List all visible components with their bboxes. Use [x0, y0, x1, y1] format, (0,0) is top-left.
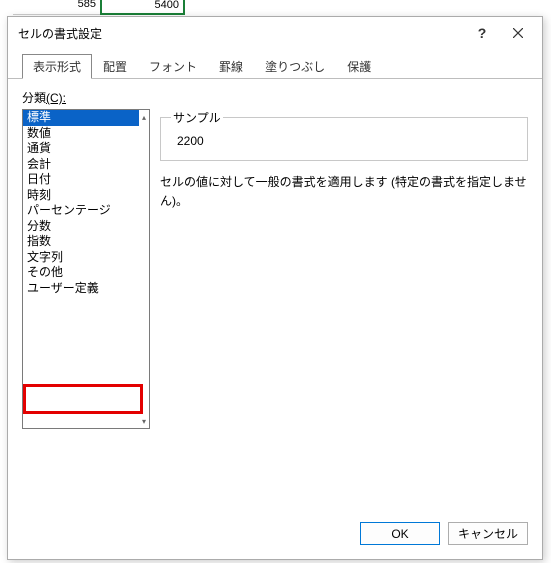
tab-border[interactable]: 罫線 [208, 54, 254, 79]
list-item[interactable]: 分数 [23, 219, 139, 235]
list-item[interactable]: その他 [23, 265, 139, 281]
list-item[interactable]: パーセンテージ [23, 203, 139, 219]
sample-legend: サンプル [171, 109, 223, 126]
category-label: 分類(C): [22, 89, 528, 106]
bg-selected-cell: 5400 [100, 0, 185, 15]
tab-alignment[interactable]: 配置 [92, 54, 138, 79]
close-icon [513, 28, 523, 38]
tab-font[interactable]: フォント [138, 54, 208, 79]
tab-strip: 表示形式 配置 フォント 罫線 塗りつぶし 保護 [8, 49, 542, 79]
list-item[interactable]: 指数 [23, 234, 139, 250]
titlebar: セルの書式設定 ? [8, 17, 542, 49]
list-item[interactable]: 数値 [23, 126, 139, 142]
ok-button[interactable]: OK [360, 522, 440, 545]
category-listbox[interactable]: 標準 数値 通貨 会計 日付 時刻 パーセンテージ 分数 指数 文字列 その他 … [22, 109, 150, 429]
dialog-body: 分類(C): 標準 数値 通貨 会計 日付 時刻 パーセンテージ 分数 指数 文… [8, 79, 542, 512]
list-item[interactable]: 会計 [23, 157, 139, 173]
sample-value: 2200 [171, 132, 517, 150]
tab-fill[interactable]: 塗りつぶし [254, 54, 336, 79]
listbox-inner: 標準 数値 通貨 会計 日付 時刻 パーセンテージ 分数 指数 文字列 その他 … [23, 110, 139, 428]
right-panel: サンプル 2200 セルの値に対して一般の書式を適用します (特定の書式を指定し… [160, 109, 528, 429]
close-button[interactable] [500, 19, 536, 47]
tab-number-format[interactable]: 表示形式 [22, 54, 92, 79]
format-cells-dialog: セルの書式設定 ? 表示形式 配置 フォント 罫線 塗りつぶし 保護 分類(C)… [7, 16, 543, 560]
list-item[interactable]: ユーザー定義 [23, 281, 139, 297]
bg-cell: 585 [13, 0, 100, 15]
list-item[interactable]: 日付 [23, 172, 139, 188]
dialog-title: セルの書式設定 [18, 25, 464, 42]
list-item[interactable]: 標準 [23, 110, 139, 126]
list-item[interactable]: 通貨 [23, 141, 139, 157]
list-item[interactable]: 文字列 [23, 250, 139, 266]
category-description: セルの値に対して一般の書式を適用します (特定の書式を指定しません)。 [160, 173, 528, 211]
sample-box: サンプル 2200 [160, 109, 528, 161]
cancel-button[interactable]: キャンセル [448, 522, 528, 545]
scroll-down-icon[interactable]: ▾ [139, 414, 149, 428]
list-item[interactable]: 時刻 [23, 188, 139, 204]
dialog-footer: OK キャンセル [8, 512, 542, 559]
tab-protection[interactable]: 保護 [336, 54, 382, 79]
scroll-up-icon[interactable]: ▴ [139, 110, 149, 124]
help-button[interactable]: ? [464, 19, 500, 47]
